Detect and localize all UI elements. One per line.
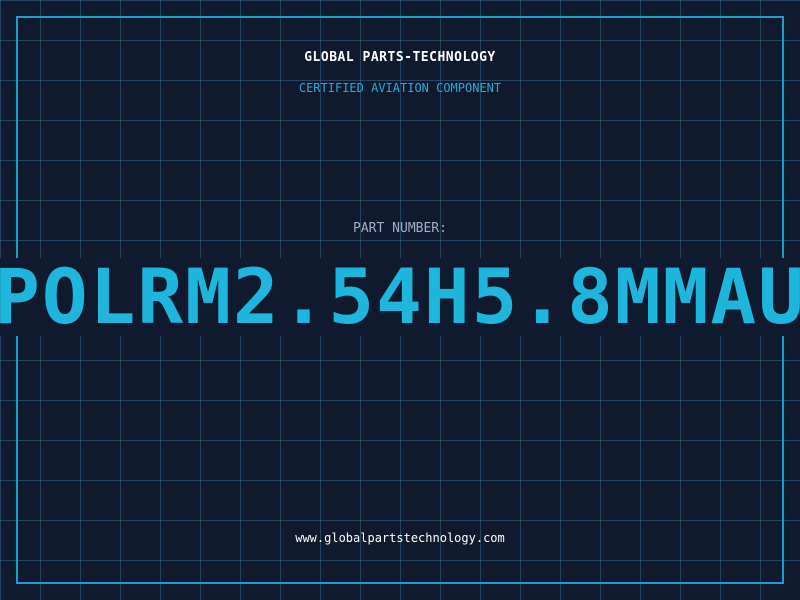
tagline: CERTIFIED AVIATION COMPONENT (298, 81, 502, 95)
part-number-label: PART NUMBER: (353, 221, 447, 236)
company-name: GLOBAL PARTS-TECHNOLOGY (304, 50, 496, 65)
part-number-value: 5POLRM2.54H5.8MMAUC (0, 258, 800, 336)
part-number-band: 5POLRM2.54H5.8MMAUC (0, 258, 800, 336)
website-link[interactable]: www.globalpartstechnology.com (0, 531, 800, 545)
page: GLOBAL PARTS-TECHNOLOGY CERTIFIED AVIATI… (0, 0, 800, 600)
